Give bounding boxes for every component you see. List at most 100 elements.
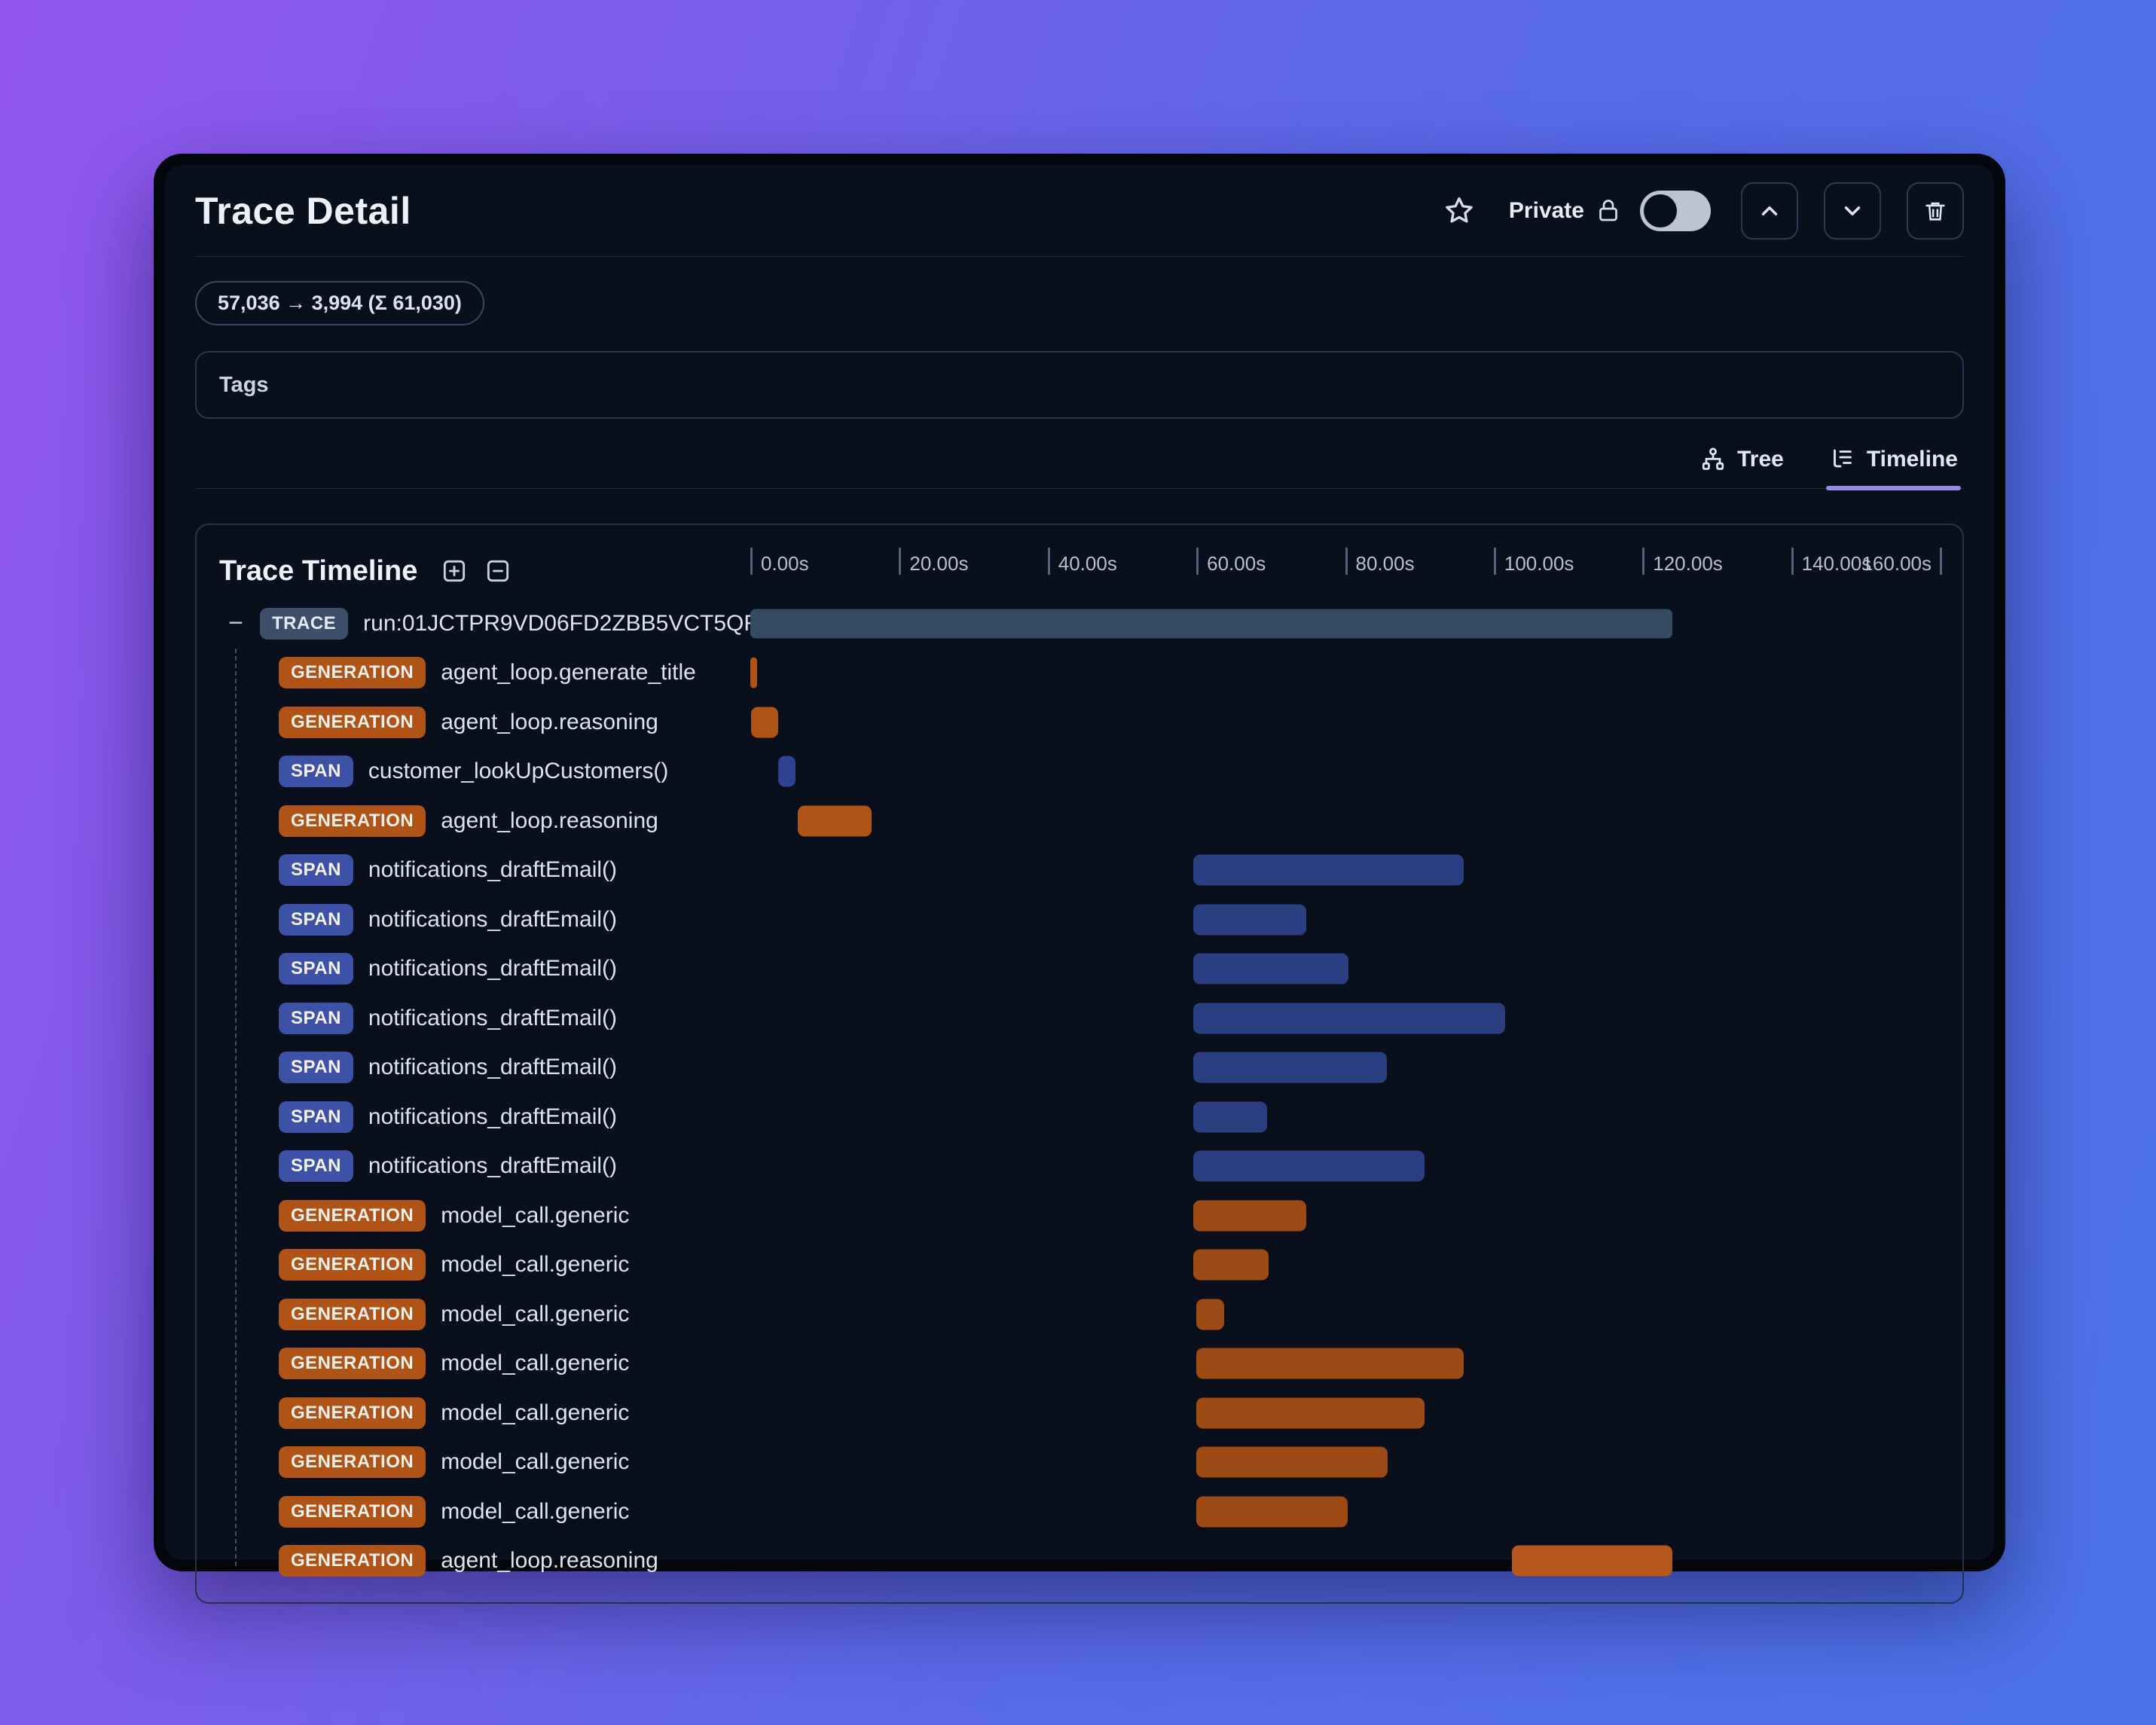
duration-bar[interactable] (1193, 904, 1307, 936)
axis-tick: 120.00s (1642, 548, 1723, 575)
observation-name: customer_lookUpCustomers() (368, 759, 669, 784)
timeline-row-label[interactable]: − GENERATION agent_loop.generate_title (219, 649, 750, 698)
duration-bar[interactable] (1193, 1150, 1425, 1182)
timeline-row-label[interactable]: − GENERATION model_call.generic (219, 1388, 750, 1438)
observation-name: agent_loop.reasoning (441, 808, 658, 833)
observation-name: notifications_draftEmail() (368, 1104, 618, 1129)
timeline-row-label[interactable]: − GENERATION model_call.generic (219, 1438, 750, 1488)
observation-name: notifications_draftEmail() (368, 1005, 618, 1030)
timeline-row-track (750, 1142, 1940, 1192)
timeline-row-label[interactable]: − TRACE run:01JCTPR9VD06FD2ZBB5VCT5QRV (219, 599, 775, 649)
observation-type-badge: SPAN (279, 903, 353, 936)
tab-tree[interactable]: Tree (1696, 438, 1787, 488)
plus-square-icon[interactable] (440, 557, 469, 585)
observation-name: model_call.generic (441, 1301, 630, 1327)
delete-trace-button[interactable] (1907, 182, 1964, 240)
duration-bar[interactable] (750, 657, 757, 688)
duration-bar[interactable] (1196, 1348, 1464, 1379)
duration-bar[interactable] (1193, 1052, 1387, 1083)
tags-placeholder: Tags (219, 372, 269, 397)
star-icon[interactable] (1443, 194, 1476, 227)
timeline-row-label[interactable]: − SPAN notifications_draftEmail() (219, 945, 750, 994)
timeline-row-label[interactable]: − SPAN notifications_draftEmail() (219, 846, 750, 896)
axis-tick-line (1642, 548, 1645, 575)
timeline-row-track (750, 796, 1940, 846)
minus-square-icon[interactable] (484, 557, 512, 585)
axis-tick-line (1940, 548, 1942, 575)
axis-tick: 160.00s (1861, 548, 1942, 575)
timeline-row-label[interactable]: − GENERATION model_call.generic (219, 1191, 750, 1241)
privacy-control: Private (1508, 190, 1718, 231)
timeline-row-label[interactable]: − GENERATION agent_loop.reasoning (219, 1537, 750, 1586)
duration-bar[interactable] (750, 707, 779, 738)
axis-tick: 100.00s (1493, 548, 1574, 575)
observation-type-badge: GENERATION (279, 1348, 426, 1380)
duration-bar[interactable] (1193, 1249, 1269, 1281)
timeline-row-label[interactable]: − SPAN notifications_draftEmail() (219, 1092, 750, 1142)
observation-type-badge: GENERATION (279, 657, 426, 689)
duration-bar[interactable] (798, 805, 872, 837)
observation-name: run:01JCTPR9VD06FD2ZBB5VCT5QRV (363, 610, 775, 636)
tab-timeline[interactable]: Timeline (1825, 438, 1962, 490)
duration-bar[interactable] (1193, 1200, 1307, 1232)
duration-bar[interactable] (1193, 953, 1349, 985)
observation-name: notifications_draftEmail() (368, 956, 618, 982)
timeline-row-label[interactable]: − SPAN customer_lookUpCustomers() (219, 747, 750, 797)
timeline-row-label[interactable]: − GENERATION model_call.generic (219, 1290, 750, 1339)
duration-bar[interactable] (1196, 1299, 1224, 1330)
axis-tick-label: 160.00s (1861, 552, 1932, 575)
timeline-row-label[interactable]: − GENERATION model_call.generic (219, 1241, 750, 1290)
duration-bar[interactable] (1193, 854, 1464, 886)
timeline-row-label[interactable]: − GENERATION model_call.generic (219, 1339, 750, 1389)
observation-type-badge: GENERATION (279, 1249, 426, 1281)
timeline-row-label[interactable]: − GENERATION agent_loop.reasoning (219, 796, 750, 846)
timeline-row-label[interactable]: − SPAN notifications_draftEmail() (219, 994, 750, 1043)
observation-name: agent_loop.reasoning (441, 709, 658, 734)
observation-name: model_call.generic (441, 1252, 630, 1278)
duration-bar[interactable] (1196, 1397, 1425, 1429)
duration-bar[interactable] (1193, 1003, 1505, 1034)
duration-bar[interactable] (1196, 1496, 1348, 1528)
timeline-title: Trace Timeline (219, 554, 418, 587)
time-axis: 0.00s 20.00s 40.00s 60.00s 80.00s 100.00s 120.… (750, 543, 1942, 599)
axis-tick: 40.00s (1047, 548, 1117, 575)
trace-timeline-panel: Trace Timeline 0.00s 20.00s 40.00s 60.00s 80… (195, 524, 1964, 1604)
observation-type-badge: GENERATION (279, 1298, 426, 1330)
tab-timeline-label: Timeline (1866, 447, 1958, 472)
axis-tick-line (899, 548, 902, 575)
timeline-row-track (750, 1290, 1940, 1339)
next-trace-button[interactable] (1824, 182, 1881, 240)
privacy-label: Private (1508, 197, 1584, 223)
tags-input[interactable]: Tags (195, 351, 1964, 419)
observation-name: notifications_draftEmail() (368, 1153, 618, 1179)
tab-tree-label: Tree (1737, 447, 1784, 472)
axis-tick-label: 0.00s (761, 552, 809, 575)
token-usage-row: 57,036 → 3,994 (Σ 61,030) (195, 281, 1964, 325)
duration-bar[interactable] (1193, 1101, 1267, 1133)
duration-bar[interactable] (750, 609, 1672, 639)
timeline-row-label[interactable]: − GENERATION agent_loop.reasoning (219, 698, 750, 747)
tree-icon (1703, 447, 1724, 470)
axis-tick-label: 80.00s (1355, 552, 1415, 575)
privacy-toggle[interactable] (1640, 190, 1711, 231)
observation-name: model_call.generic (441, 1498, 630, 1524)
collapse-toggle[interactable]: − (221, 609, 251, 638)
axis-tick-line (1047, 548, 1050, 575)
observation-type-badge: GENERATION (279, 706, 426, 738)
timeline-row-label[interactable]: − SPAN notifications_draftEmail() (219, 1043, 750, 1093)
duration-bar[interactable] (1511, 1545, 1672, 1577)
timeline-row-track (750, 1241, 1940, 1290)
timeline-row-label[interactable]: − GENERATION model_call.generic (219, 1487, 750, 1537)
timeline-row-track (750, 1092, 1940, 1142)
token-usage-badge[interactable]: 57,036 → 3,994 (Σ 61,030) (195, 281, 484, 325)
timeline-row-label[interactable]: − SPAN notifications_draftEmail() (219, 895, 750, 945)
timeline-row-label[interactable]: − SPAN notifications_draftEmail() (219, 1142, 750, 1192)
duration-bar[interactable] (777, 756, 796, 787)
duration-bar[interactable] (1196, 1446, 1388, 1478)
timeline-row-track (750, 1487, 1940, 1537)
observation-type-badge: SPAN (279, 1150, 353, 1183)
prev-trace-button[interactable] (1741, 182, 1798, 240)
observation-name: notifications_draftEmail() (368, 857, 618, 883)
timeline-row-track (750, 846, 1940, 896)
timeline-panel-header: Trace Timeline (219, 543, 750, 599)
